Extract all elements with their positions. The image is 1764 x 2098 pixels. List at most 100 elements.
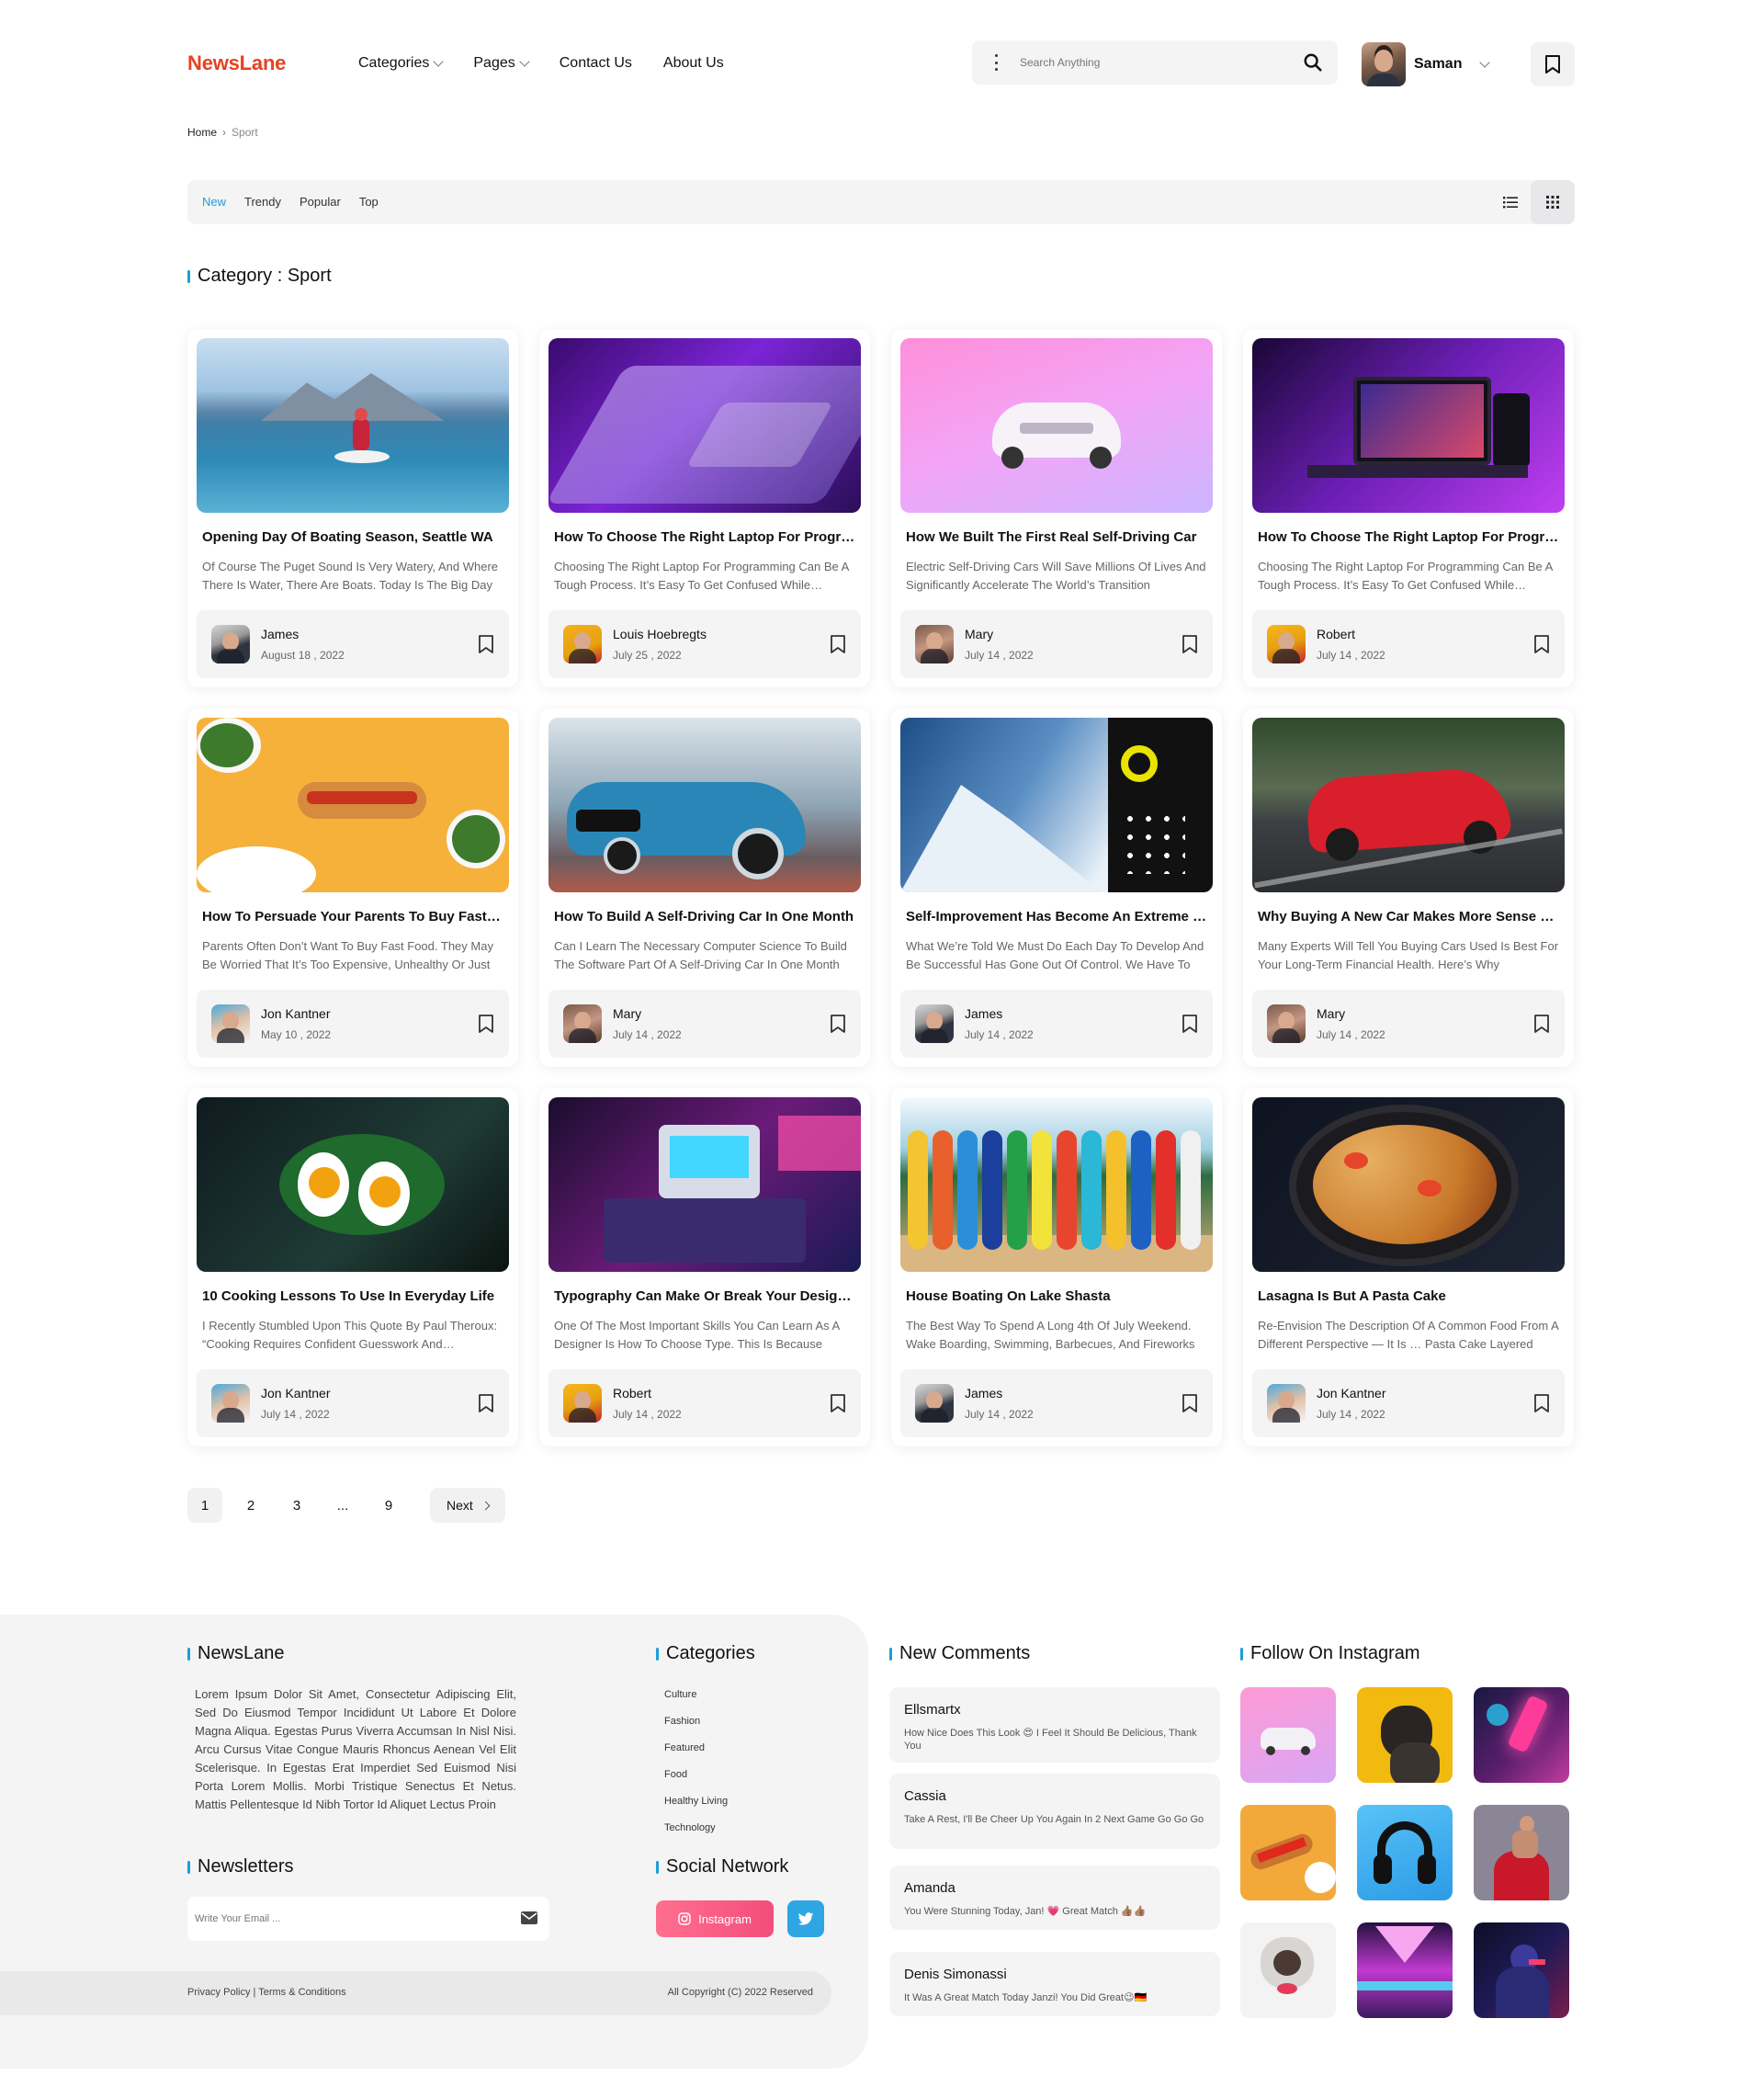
article-title[interactable]: How To Build A Self-Driving Car In One M… [548,909,861,924]
user-menu[interactable]: Saman [1362,42,1491,86]
article-title[interactable]: Self-Improvement Has Become An Extreme S… [900,909,1213,924]
author-name[interactable]: James [965,1006,1002,1021]
bookmark-icon[interactable] [830,1014,846,1034]
instagram-photo[interactable] [1240,1687,1336,1783]
article-card[interactable]: House Boating On Lake Shasta The Best Wa… [891,1088,1222,1446]
instagram-button[interactable]: Instagram [656,1900,774,1937]
tab-trendy[interactable]: Trendy [244,195,281,209]
tab-popular[interactable]: Popular [300,195,341,209]
bookmark-icon[interactable] [1533,1014,1550,1034]
twitter-button[interactable] [787,1900,824,1937]
author-name[interactable]: Mary [613,1006,641,1021]
article-card[interactable]: Typography Can Make Or Break Your Design… [539,1088,870,1446]
article-title[interactable]: How To Choose The Right Laptop For Progr… [548,529,861,545]
search-icon[interactable] [1303,52,1323,73]
author-name[interactable]: Louis Hoebregts [613,627,707,641]
nav-categories[interactable]: Categories [358,55,445,72]
article-image[interactable] [197,718,509,892]
article-card[interactable]: How To Persuade Your Parents To Buy Fast… [187,709,518,1067]
footer-category-item[interactable]: Healthy Living [664,1788,728,1815]
article-title[interactable]: How To Choose The Right Laptop For Progr… [1252,529,1565,545]
article-image[interactable] [900,338,1213,513]
list-view-icon[interactable] [1501,193,1520,211]
email-field[interactable] [195,1897,489,1941]
article-title[interactable]: Opening Day Of Boating Season, Seattle W… [197,529,509,545]
article-title[interactable]: Typography Can Make Or Break Your Design… [548,1288,861,1304]
nav-pages[interactable]: Pages [473,55,530,72]
bookmark-icon[interactable] [1182,1393,1198,1413]
bookmark-icon[interactable] [1533,634,1550,654]
author-name[interactable]: James [965,1386,1002,1401]
author-name[interactable]: Robert [613,1386,651,1401]
author-name[interactable]: Jon Kantner [261,1006,331,1021]
article-image[interactable] [548,1097,861,1272]
article-card[interactable]: How We Built The First Real Self-Driving… [891,329,1222,687]
footer-category-item[interactable]: Food [664,1762,728,1788]
article-card[interactable]: How To Choose The Right Laptop For Progr… [1243,329,1574,687]
article-title[interactable]: Lasagna Is But A Pasta Cake [1252,1288,1565,1304]
comment-item[interactable]: Amanda You Were Stunning Today, Jan! 💗 Gr… [889,1866,1220,1930]
instagram-photo[interactable] [1240,1922,1336,2018]
author-name[interactable]: Mary [965,627,993,641]
instagram-photo[interactable] [1357,1805,1453,1900]
bookmark-icon[interactable] [478,634,494,654]
breadcrumb-home[interactable]: Home [187,126,217,139]
article-image[interactable] [548,718,861,892]
author-name[interactable]: Robert [1317,627,1355,641]
bookmark-icon[interactable] [830,634,846,654]
article-image[interactable] [1252,718,1565,892]
page-3[interactable]: 3 [279,1488,314,1523]
bookmark-icon[interactable] [830,1393,846,1413]
grid-view-button[interactable] [1531,180,1575,224]
bookmark-icon[interactable] [1533,1393,1550,1413]
article-image[interactable] [197,338,509,513]
comment-item[interactable]: Denis Simonassi It Was A Great Match Toda… [889,1952,1220,2016]
author-name[interactable]: Jon Kantner [261,1386,331,1401]
article-card[interactable]: Self-Improvement Has Become An Extreme S… [891,709,1222,1067]
article-image[interactable] [548,338,861,513]
nav-contact[interactable]: Contact Us [560,55,632,72]
legal-links[interactable]: Privacy Policy | Terms & Conditions [187,1987,346,1998]
article-card[interactable]: How To Build A Self-Driving Car In One M… [539,709,870,1067]
article-image[interactable] [900,1097,1213,1272]
page-1[interactable]: 1 [187,1488,222,1523]
comment-item[interactable]: Ellsmartx How Nice Does This Look 😍 I Fee… [889,1687,1220,1763]
instagram-photo[interactable] [1474,1687,1569,1783]
article-title[interactable]: House Boating On Lake Shasta [900,1288,1213,1304]
article-title[interactable]: 10 Cooking Lessons To Use In Everyday Li… [197,1288,509,1304]
comment-item[interactable]: Cassia Take A Rest, I'll Be Cheer Up You … [889,1774,1220,1849]
article-card[interactable]: How To Choose The Right Laptop For Progr… [539,329,870,687]
bookmark-icon[interactable] [478,1014,494,1034]
author-name[interactable]: Mary [1317,1006,1345,1021]
article-card[interactable]: Lasagna Is But A Pasta Cake Re-Envision … [1243,1088,1574,1446]
instagram-photo[interactable] [1474,1922,1569,2018]
page-9[interactable]: 9 [371,1488,406,1523]
article-card[interactable]: 10 Cooking Lessons To Use In Everyday Li… [187,1088,518,1446]
footer-category-item[interactable]: Fashion [664,1708,728,1735]
nav-about[interactable]: About Us [663,55,724,72]
article-card[interactable]: Why Buying A New Car Makes More Sense Th… [1243,709,1574,1067]
page-2[interactable]: 2 [233,1488,268,1523]
instagram-photo[interactable] [1357,1687,1453,1783]
more-vertical-icon[interactable] [994,54,998,71]
tab-top[interactable]: Top [359,195,379,209]
bookmark-icon[interactable] [1182,634,1198,654]
search-input[interactable] [1020,40,1277,85]
article-image[interactable] [1252,338,1565,513]
bookmarks-button[interactable] [1531,42,1575,86]
bookmark-icon[interactable] [1182,1014,1198,1034]
article-image[interactable] [900,718,1213,892]
next-page-button[interactable]: Next [430,1488,505,1523]
mail-icon[interactable] [520,1911,538,1925]
author-name[interactable]: Jon Kantner [1317,1386,1386,1401]
article-image[interactable] [1252,1097,1565,1272]
bookmark-icon[interactable] [478,1393,494,1413]
article-title[interactable]: Why Buying A New Car Makes More Sense Th… [1252,909,1565,924]
author-name[interactable]: James [261,627,299,641]
logo[interactable]: NewsLane [187,51,286,75]
footer-category-item[interactable]: Technology [664,1815,728,1842]
footer-category-item[interactable]: Featured [664,1735,728,1762]
article-card[interactable]: Opening Day Of Boating Season, Seattle W… [187,329,518,687]
article-image[interactable] [197,1097,509,1272]
article-title[interactable]: How To Persuade Your Parents To Buy Fast… [197,909,509,924]
